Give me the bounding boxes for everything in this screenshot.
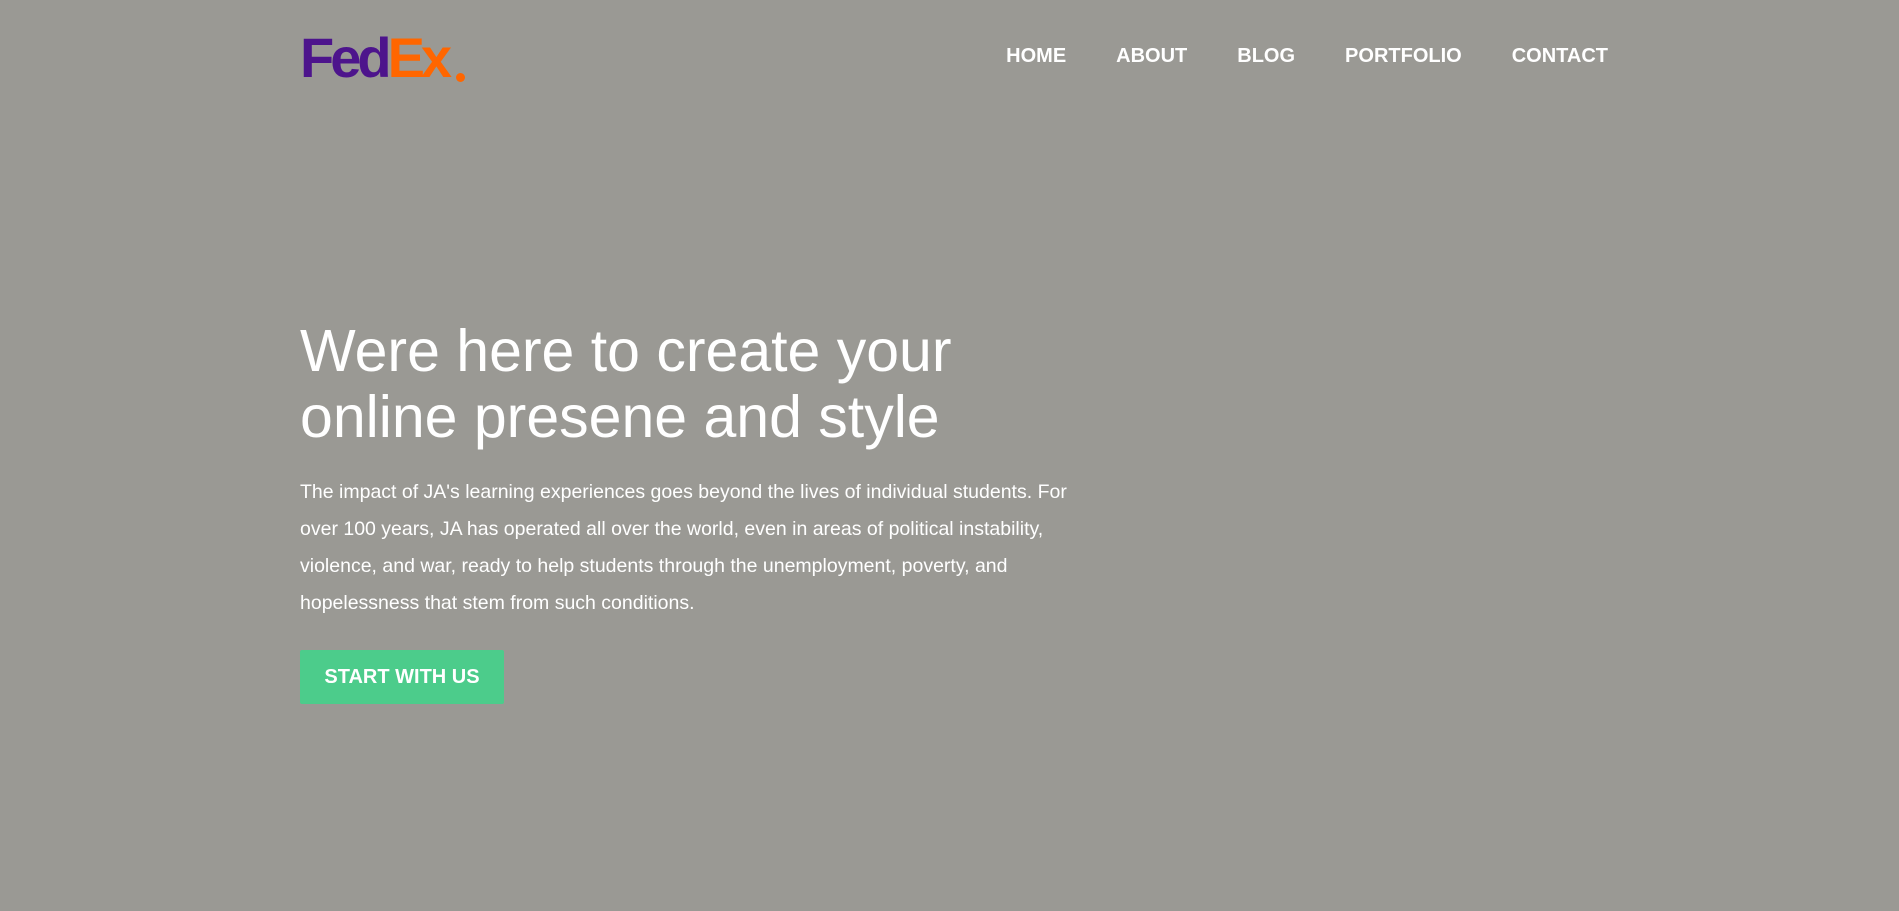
hero-description: The impact of JA's learning experiences …	[300, 481, 1067, 614]
hero-title: Were here to create your online presene …	[300, 318, 952, 450]
start-with-us-button[interactable]: START WITH US	[300, 650, 504, 704]
main-navigation: HOME ABOUT BLOG PORTFOLIO CONTACT	[1006, 44, 1608, 68]
registered-mark-icon	[456, 73, 466, 82]
hero-section: Were here to create your online presene …	[300, 318, 1100, 704]
nav-item-home: HOME	[1006, 44, 1066, 68]
site-header: Fed Ex HOME ABOUT BLOG PORTFOLIO CONTACT	[0, 0, 1899, 110]
nav-item-blog: BLOG	[1237, 44, 1295, 68]
logo-fed-text: Fed	[300, 26, 392, 89]
nav-link-contact[interactable]: CONTACT	[1512, 45, 1608, 67]
nav-item-about: ABOUT	[1116, 44, 1187, 68]
fedex-logo[interactable]: Fed Ex	[300, 26, 466, 89]
nav-link-home[interactable]: HOME	[1006, 45, 1066, 67]
logo-ex-text: Ex	[387, 26, 452, 89]
nav-link-blog[interactable]: BLOG	[1237, 45, 1295, 67]
nav-item-contact: CONTACT	[1512, 44, 1608, 68]
nav-item-portfolio: PORTFOLIO	[1345, 44, 1462, 68]
nav-link-portfolio[interactable]: PORTFOLIO	[1345, 45, 1462, 67]
nav-link-about[interactable]: ABOUT	[1116, 45, 1187, 67]
